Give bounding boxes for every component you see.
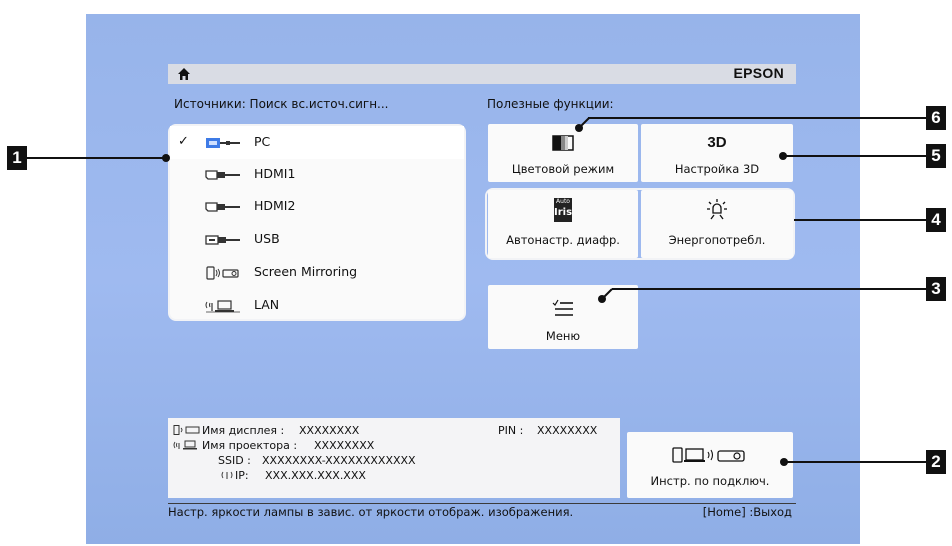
color-mode-label: Цветовой режим [511,162,615,176]
projector-name-value: XXXXXXXX [314,439,375,452]
power-consumption-label: Энергопотребл. [668,233,766,247]
pin-value: XXXXXXXX [537,424,598,437]
source-item-pc[interactable]: ✓ PC [170,126,464,159]
source-label: HDMI1 [254,166,296,181]
hdmi-icon [205,170,240,180]
pc-source-icon [206,138,240,148]
sources-heading: Источники: Поиск вс.источ.сигн... [174,97,389,111]
source-item-hdmi2[interactable]: HDMI2 [170,190,464,223]
callout-5: 5 [926,144,946,168]
connection-guide-button[interactable]: Инстр. по подключ. [627,432,793,498]
ip-value: XXX.XXX.XXX.XXX [265,469,366,482]
display-name-value: XXXXXXXX [299,424,360,437]
source-item-screen-mirroring[interactable]: Screen Mirroring [170,256,464,289]
ssid-value: XXXXXXXX-XXXXXXXXXXXX [262,454,416,467]
3d-setting-label: Настройка 3D [674,162,760,176]
callout-2: 2 [926,450,946,474]
callout-4-line [794,219,926,221]
ssid-label: SSID : [218,454,251,467]
callout-3-leader [598,288,613,303]
screen-mirroring-icon [173,425,200,435]
source-list: ✓ PC HDMI1 HDMI2 USB Screen Mirroring LA… [168,124,466,321]
screen-mirroring-icon [206,266,239,280]
hdmi-icon [205,202,240,212]
lan-icon [205,300,240,313]
power-consumption-icon [707,199,727,220]
source-label: LAN [254,297,280,312]
lan-icon [173,440,197,450]
auto-iris-label: Автонастр. диафр. [506,233,620,247]
callout-5-line [784,155,926,157]
source-label: HDMI2 [254,198,296,213]
menu-label: Меню [545,329,581,343]
callout-3-line [612,288,926,290]
check-icon: ✓ [178,134,189,149]
callout-2-line [786,461,926,463]
callout-1: 1 [7,146,27,170]
menu-icon [552,299,573,316]
menu-button[interactable]: Меню [488,285,638,349]
connection-guide-icon [672,447,745,463]
callout-4: 4 [926,208,946,232]
callout-3: 3 [926,277,946,301]
auto-iris-icon: Auto Iris [554,198,572,222]
callout-2-dot [780,458,788,466]
top-bar: EPSON [168,64,796,84]
source-item-hdmi1[interactable]: HDMI1 [170,158,464,191]
status-message: Настр. яркости лампы в завис. от яркости… [168,505,574,519]
callout-6: 6 [926,106,946,130]
display-name-label: Имя дисплея : [202,424,285,437]
projector-name-label: Имя проектора : [202,439,298,452]
home-icon[interactable] [177,67,191,81]
pin-label: PIN : [498,424,524,437]
wireless-icon [221,471,233,479]
ip-label: IP: [235,469,249,482]
source-item-lan[interactable]: LAN [170,289,464,322]
status-bar: Настр. яркости лампы в завис. от яркости… [168,503,796,520]
source-label: PC [254,134,271,149]
3d-setting-button[interactable]: 3D Настройка 3D [641,124,793,182]
callout-1-line [27,157,166,159]
source-item-usb[interactable]: USB [170,223,464,256]
usb-icon [205,235,240,245]
color-mode-icon [552,135,574,151]
network-info-panel: Имя дисплея : XXXXXXXX PIN : XXXXXXXX Им… [168,418,620,498]
color-mode-button[interactable]: Цветовой режим [488,124,638,182]
connection-guide-label: Инстр. по подключ. [650,474,770,488]
auto-iris-button[interactable]: Auto Iris Автонастр. диафр. [488,190,638,258]
exit-hint: [Home] :Выход [702,505,792,519]
source-label: USB [254,231,280,246]
power-consumption-button[interactable]: Энергопотребл. [641,190,793,258]
callout-6-line [588,117,926,119]
callout-5-dot [779,152,787,160]
callout-6-leader [575,117,590,132]
callout-1-dot [162,154,170,162]
functions-heading: Полезные функции: [487,97,614,111]
source-label: Screen Mirroring [254,264,358,279]
brand-logo: EPSON [733,65,784,81]
3d-icon: 3D [707,134,727,151]
